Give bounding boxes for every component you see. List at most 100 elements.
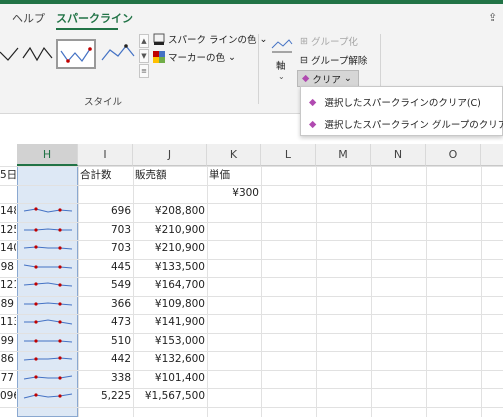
cell-j[interactable]: ¥164,700 <box>133 276 207 294</box>
clear-selected-sparkline-groups-label: 選択したスパークライン グループのクリア(L) <box>324 120 503 131</box>
gallery-scroll-down-button[interactable]: ▼ <box>139 49 149 63</box>
gridline <box>0 203 503 204</box>
cell-j[interactable]: ¥132,600 <box>133 350 207 368</box>
column-header-m[interactable]: M <box>316 144 371 166</box>
cell-i[interactable]: 549 <box>78 276 133 294</box>
cell-i[interactable]: 703 <box>78 239 133 257</box>
cell-i-header[interactable]: 合計数 <box>80 166 112 184</box>
sparkline[interactable] <box>22 315 74 329</box>
gallery-more-button[interactable]: ≡ <box>139 64 149 78</box>
gallery-scroll-up-button[interactable]: ▲ <box>139 34 149 48</box>
group-separator <box>258 34 259 104</box>
gridline <box>0 295 503 297</box>
cell-unit-price[interactable]: ¥300 <box>207 184 261 202</box>
marker-color-label: マーカーの色 <box>168 53 226 64</box>
gridline <box>0 369 503 371</box>
cell-j[interactable]: ¥141,900 <box>133 313 207 331</box>
sparkline[interactable] <box>22 204 74 218</box>
chevron-down-icon: ⌄ <box>259 33 268 45</box>
group-icon: ⊞ <box>300 35 308 47</box>
clear-dropdown-menu: ◆ 選択したスパークラインのクリア(C) ◆ 選択したスパークライン グループの… <box>300 86 503 136</box>
column-header-h[interactable]: H <box>17 144 78 166</box>
cell-j[interactable]: ¥210,900 <box>133 221 207 239</box>
style-gallery-item-4[interactable] <box>100 40 136 68</box>
column-header-i[interactable]: I <box>78 144 133 166</box>
gridline <box>0 240 503 241</box>
gridline <box>0 314 503 315</box>
sparkline[interactable] <box>22 334 74 348</box>
sparkline[interactable] <box>22 389 74 403</box>
cell-g[interactable]: 99 <box>0 332 16 350</box>
clear-selected-sparklines-label: 選択したスパークラインのクリア(C) <box>324 98 481 109</box>
sparkline[interactable] <box>22 260 74 274</box>
cell-j[interactable]: ¥109,800 <box>133 295 207 313</box>
chevron-down-icon: ⌄ <box>278 72 285 81</box>
cell-k-header[interactable]: 単価 <box>209 166 230 184</box>
cell-j-header[interactable]: 販売額 <box>135 166 167 184</box>
ungroup-button[interactable]: ⊟ グループ解除 <box>300 53 367 68</box>
cell-g[interactable]: 148 <box>0 202 16 220</box>
cell-g[interactable]: 77 <box>0 369 16 387</box>
cell-g[interactable]: 121 <box>0 276 16 294</box>
cell-g-header[interactable]: 5日 <box>0 166 17 184</box>
sparkline[interactable] <box>22 297 74 311</box>
cell-i[interactable]: 473 <box>78 313 133 331</box>
gridline <box>0 221 503 223</box>
sparkline[interactable] <box>22 241 74 255</box>
style-gallery-item-2[interactable] <box>20 40 56 68</box>
column-header-n[interactable]: N <box>371 144 426 166</box>
clear-selected-sparklines-item[interactable]: ◆ 選択したスパークラインのクリア(C) <box>309 95 481 110</box>
cell-i[interactable]: 696 <box>78 202 133 220</box>
share-icon[interactable]: ⇪ <box>488 11 497 24</box>
sparkline[interactable] <box>22 223 74 237</box>
column-header-l[interactable]: L <box>261 144 316 166</box>
pen-icon <box>153 33 165 45</box>
style-gallery-item-selected[interactable] <box>56 39 96 69</box>
gridline <box>0 388 503 389</box>
column-header-o[interactable]: O <box>426 144 481 166</box>
cell-g[interactable]: 140 <box>0 239 16 257</box>
ungroup-icon: ⊟ <box>300 54 308 66</box>
eraser-icon: ◆ <box>302 73 310 84</box>
column-header-k[interactable]: K <box>207 144 261 166</box>
cell-j[interactable]: ¥101,400 <box>133 369 207 387</box>
tab-sparkline[interactable]: スパークライン <box>56 10 133 26</box>
cell-g[interactable]: 125 <box>0 221 16 239</box>
column-header-p[interactable] <box>481 144 503 166</box>
clear-button[interactable]: ◆ クリア ⌄ <box>297 70 359 87</box>
group-button[interactable]: ⊞ グループ化 <box>300 34 358 49</box>
axis-button[interactable]: 軸 ⌄ <box>270 36 294 92</box>
cell-g[interactable]: 113 <box>0 313 16 331</box>
cell-i[interactable]: 442 <box>78 350 133 368</box>
clear-label: クリア <box>312 74 341 86</box>
cell-g[interactable]: 89 <box>0 295 16 313</box>
sparkline[interactable] <box>22 278 74 292</box>
gridline <box>0 332 503 334</box>
axis-icon <box>271 39 293 53</box>
cell-j[interactable]: ¥153,000 <box>133 332 207 350</box>
axis-label: 軸 <box>276 61 286 72</box>
cell-j[interactable]: ¥210,900 <box>133 239 207 257</box>
column-header-j[interactable]: J <box>133 144 207 166</box>
cell-g[interactable]: 86 <box>0 350 16 368</box>
cell-j[interactable]: ¥133,500 <box>133 258 207 276</box>
ribbon-tabs: ヘルプ スパークライン ⇪ <box>0 4 503 30</box>
cell-g[interactable]: 98 <box>0 258 16 276</box>
chevron-down-icon: ⌄ <box>343 73 352 84</box>
marker-color-button[interactable]: マーカーの色 ⌄ <box>153 50 236 64</box>
cell-g[interactable]: 096 <box>0 387 16 405</box>
sparkline[interactable] <box>22 352 74 366</box>
cell-i[interactable]: 445 <box>78 258 133 276</box>
cell-i[interactable]: 703 <box>78 221 133 239</box>
sparkline-color-button[interactable]: スパーク ラインの色 ⌄ <box>153 32 268 46</box>
cell-i[interactable]: 338 <box>78 369 133 387</box>
cell-j[interactable]: ¥208,800 <box>133 202 207 220</box>
cell-i[interactable]: 366 <box>78 295 133 313</box>
cell-i[interactable]: 5,225 <box>78 387 133 405</box>
cell-j[interactable]: ¥1,567,500 <box>133 387 207 405</box>
sparkline[interactable] <box>22 371 74 385</box>
clear-selected-sparkline-groups-item[interactable]: ◆ 選択したスパークライン グループのクリア(L) <box>309 117 503 132</box>
tab-help[interactable]: ヘルプ <box>12 10 45 26</box>
style-gallery-item-1[interactable] <box>0 40 20 68</box>
cell-i[interactable]: 510 <box>78 332 133 350</box>
